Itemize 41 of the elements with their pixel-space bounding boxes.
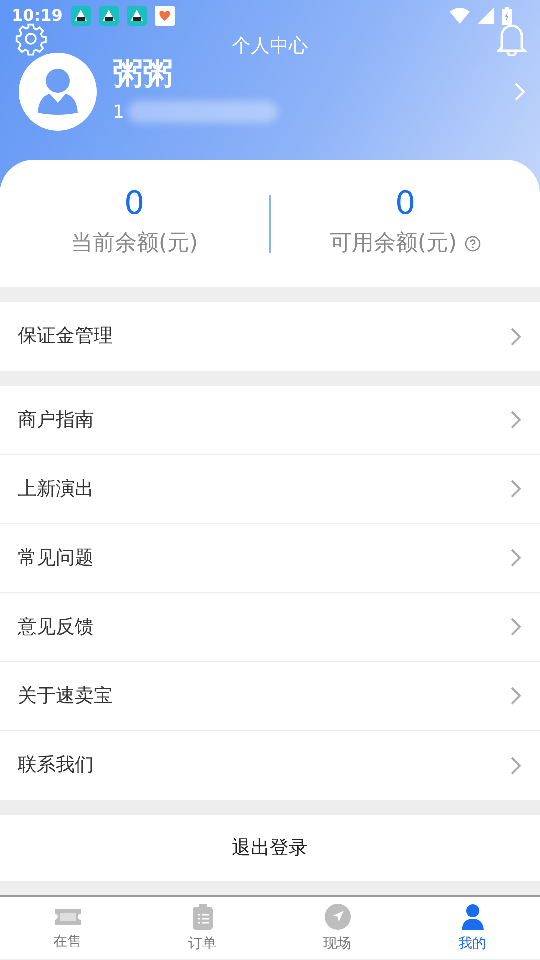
person-icon	[460, 904, 484, 930]
notification-bell-icon[interactable]	[497, 22, 527, 56]
signal-icon	[478, 8, 494, 24]
menu-item[interactable]: 关于速卖宝	[0, 662, 540, 731]
user-name: 粥粥	[113, 58, 174, 90]
tab[interactable]: 我的	[452, 900, 492, 956]
clipboard-icon	[192, 904, 214, 930]
chevron-icon	[510, 410, 522, 430]
ticket-icon	[54, 906, 82, 928]
heart-hands-app-icon	[154, 6, 175, 26]
menu-item[interactable]: 意见反馈	[0, 593, 540, 662]
help-icon[interactable]	[465, 236, 482, 252]
notification-app-icon	[70, 6, 91, 26]
wifi-icon	[450, 8, 470, 24]
settings-icon[interactable]	[14, 22, 48, 56]
balance-amount: 0	[124, 187, 145, 219]
chevron-icon	[510, 617, 522, 637]
menu-item[interactable]: 常见问题	[0, 524, 540, 593]
tab[interactable]: 订单	[182, 900, 222, 956]
logout-button[interactable]: 退出登录	[0, 815, 540, 881]
tab[interactable]: 在售	[48, 902, 88, 954]
menu-item[interactable]: 上新演出	[0, 455, 540, 524]
notification-app-icon	[126, 6, 147, 26]
tab[interactable]: 现场	[318, 900, 358, 956]
status-time: 10:19	[12, 5, 63, 27]
menu-item[interactable]: 联系我们	[0, 731, 540, 800]
balance-amount: 0	[395, 187, 416, 219]
phone-number: 1	[113, 100, 124, 124]
notification-app-icon	[98, 6, 119, 26]
balance-label: 可用余额(元)	[330, 230, 458, 258]
chevron-icon	[510, 756, 522, 776]
menu-item[interactable]: 保证金管理	[0, 302, 540, 371]
chevron-icon	[514, 82, 526, 102]
battery-icon	[502, 7, 512, 25]
balance-label: 当前余额(元)	[70, 230, 198, 258]
chevron-icon	[510, 479, 522, 499]
page-title: 个人中心	[232, 35, 308, 57]
chevron-icon	[510, 686, 522, 706]
menu-item[interactable]: 商户指南	[0, 386, 540, 455]
chevron-icon	[510, 326, 522, 346]
chevron-icon	[510, 548, 522, 568]
